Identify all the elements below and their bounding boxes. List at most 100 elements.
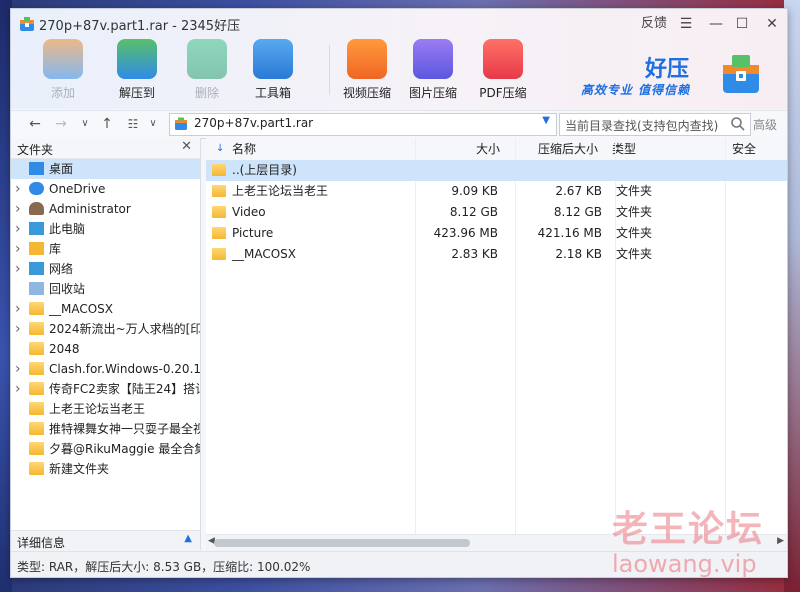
window-title: 270p+87v.part1.rar - 2345好压 [39, 19, 241, 34]
brand-name: 好压 [645, 57, 690, 82]
tree-item[interactable]: 上老王论坛当老王 [11, 399, 200, 419]
expand-arrow-icon[interactable]: › [15, 299, 21, 319]
view-mode-icon[interactable]: ☷ [123, 114, 143, 134]
folder-icon [29, 382, 44, 395]
path-dropdown-icon[interactable]: ▼ [542, 115, 550, 126]
view-mode-dropdown-icon[interactable]: ∨ [143, 114, 163, 134]
details-label: 详细信息 [17, 536, 66, 550]
maximize-icon[interactable]: ☐ [731, 13, 753, 35]
tree-item[interactable]: › Clash.for.Windows-0.20.16 [11, 359, 200, 379]
toolbar-button-label: 工具箱 [254, 86, 291, 100]
tree-item-label: OneDrive [49, 182, 106, 196]
watermark: 老王论坛 laowang.vip [610, 500, 790, 588]
delete-icon [187, 39, 227, 79]
table-row[interactable]: 上老王论坛当老王 9.09 KB 2.67 KB 文件夹 [206, 181, 787, 202]
close-panel-icon[interactable]: ✕ [181, 139, 192, 154]
tree-item-label: 此电脑 [49, 222, 86, 236]
search-icon[interactable] [730, 116, 746, 132]
toolbar-divider [329, 45, 330, 95]
expand-arrow-icon[interactable]: › [15, 219, 21, 239]
cell-name: ..(上层目录) [232, 163, 297, 177]
status-text: 类型: RAR，解压后大小: 8.53 GB，压缩比: 100.02% [17, 560, 311, 574]
tree-item[interactable]: 新建文件夹 [11, 459, 200, 479]
toolbar-button-label: 图片压缩 [408, 86, 457, 100]
folder-icon [212, 185, 226, 197]
toolbox-icon [253, 39, 293, 79]
cell-name: 上老王论坛当老王 [232, 184, 329, 198]
search-input[interactable]: 当前目录查找(支持包内查找) [559, 113, 751, 136]
toolbar-button-2[interactable]: 删除 [177, 39, 237, 103]
menu-icon[interactable]: ☰ [675, 13, 697, 35]
back-arrow-icon[interactable]: ← [25, 114, 45, 134]
close-icon[interactable]: ✕ [761, 13, 783, 35]
tree-item[interactable]: › __MACOSX [11, 299, 200, 319]
expand-arrow-icon[interactable]: › [15, 319, 21, 339]
up-level-icon[interactable]: ↑ [97, 114, 117, 134]
expand-arrow-icon[interactable]: › [15, 199, 21, 219]
tree-item-label: 回收站 [49, 282, 86, 296]
column-name[interactable]: 名称 [232, 138, 256, 160]
tree-item[interactable]: 桌面 [11, 159, 200, 179]
cell-name: Picture [232, 226, 274, 240]
folder-icon [212, 248, 226, 260]
video-compress-icon [347, 39, 387, 79]
minimize-icon[interactable]: — [705, 13, 727, 35]
cell-size: 423.96 MB [433, 226, 498, 240]
tree-item[interactable]: › 传奇FC2卖家【陆王24】搭讪 [11, 379, 200, 399]
scrollbar-thumb[interactable] [214, 539, 470, 547]
toolbar-button-label: PDF压缩 [479, 86, 527, 100]
rar-file-icon [175, 117, 187, 130]
tree-item[interactable]: 夕暮@RikuMaggie 最全合集 [11, 439, 200, 459]
haozip-logo-icon [723, 55, 759, 93]
toolbar-button-4[interactable]: 视频压缩 [337, 39, 397, 103]
folder-tree: 桌面 › OneDrive › Administrator › 此电脑 › 库 › 网络 回收站 › __… [11, 159, 200, 479]
folder-icon [212, 206, 226, 218]
advanced-search-button[interactable]: 高级 [753, 116, 777, 133]
cell-type: 文件夹 [616, 226, 653, 240]
tree-item[interactable]: 2048 [11, 339, 200, 359]
table-row[interactable]: ..(上层目录) [206, 160, 787, 181]
toolbar-button-6[interactable]: PDF压缩 [473, 39, 533, 103]
toolbar-button-5[interactable]: 图片压缩 [403, 39, 463, 103]
expand-arrow-icon[interactable]: › [15, 259, 21, 279]
toolbar-button-1[interactable]: 解压到 [107, 39, 167, 103]
details-panel-toggle[interactable]: 详细信息 ▲ [11, 530, 200, 551]
tree-item-label: 2024新流出~万人求档的[印尼 [49, 322, 200, 336]
toolbar-button-3[interactable]: 工具箱 [243, 39, 303, 103]
cell-packed-size: 8.12 GB [553, 205, 602, 219]
folder-panel-title: 文件夹 [17, 143, 54, 157]
folder-icon [29, 322, 44, 335]
table-row[interactable]: __MACOSX 2.83 KB 2.18 KB 文件夹 [206, 244, 787, 265]
tree-item[interactable]: › 2024新流出~万人求档的[印尼 [11, 319, 200, 339]
add-archive-icon [43, 39, 83, 79]
expand-arrow-icon[interactable]: › [15, 379, 21, 399]
tree-item[interactable]: 回收站 [11, 279, 200, 299]
history-dropdown-icon[interactable]: ∨ [75, 114, 95, 134]
column-size[interactable]: 大小 [476, 138, 500, 160]
tree-item[interactable]: › 库 [11, 239, 200, 259]
toolbar-button-0[interactable]: 添加 [33, 39, 93, 103]
expand-arrow-icon[interactable]: › [15, 239, 21, 259]
folder-panel-header: 文件夹 ✕ [11, 138, 200, 159]
tree-item[interactable]: › 此电脑 [11, 219, 200, 239]
column-packed-size[interactable]: 压缩后大小 [538, 138, 598, 160]
column-security[interactable]: 安全 [732, 138, 756, 160]
table-row[interactable]: Picture 423.96 MB 421.16 MB 文件夹 [206, 223, 787, 244]
table-row[interactable]: Video 8.12 GB 8.12 GB 文件夹 [206, 202, 787, 223]
folder-icon [29, 442, 44, 455]
tree-item-label: Administrator [49, 202, 131, 216]
expand-up-icon[interactable]: ▲ [184, 533, 192, 544]
forward-arrow-icon[interactable]: → [51, 114, 71, 134]
feedback-button[interactable]: 反馈 [641, 13, 667, 35]
haozip-app-icon [20, 17, 34, 31]
folder-icon [29, 422, 44, 435]
tree-item[interactable]: › Administrator [11, 199, 200, 219]
tree-item[interactable]: 推特裸舞女神一只耍子最全视 [11, 419, 200, 439]
recycle-bin-icon [29, 282, 44, 295]
path-field[interactable]: 270p+87v.part1.rar ▼ [169, 113, 557, 136]
expand-arrow-icon[interactable]: › [15, 359, 21, 379]
tree-item[interactable]: › 网络 [11, 259, 200, 279]
expand-arrow-icon[interactable]: › [15, 179, 21, 199]
tree-item[interactable]: › OneDrive [11, 179, 200, 199]
library-icon [29, 242, 44, 255]
